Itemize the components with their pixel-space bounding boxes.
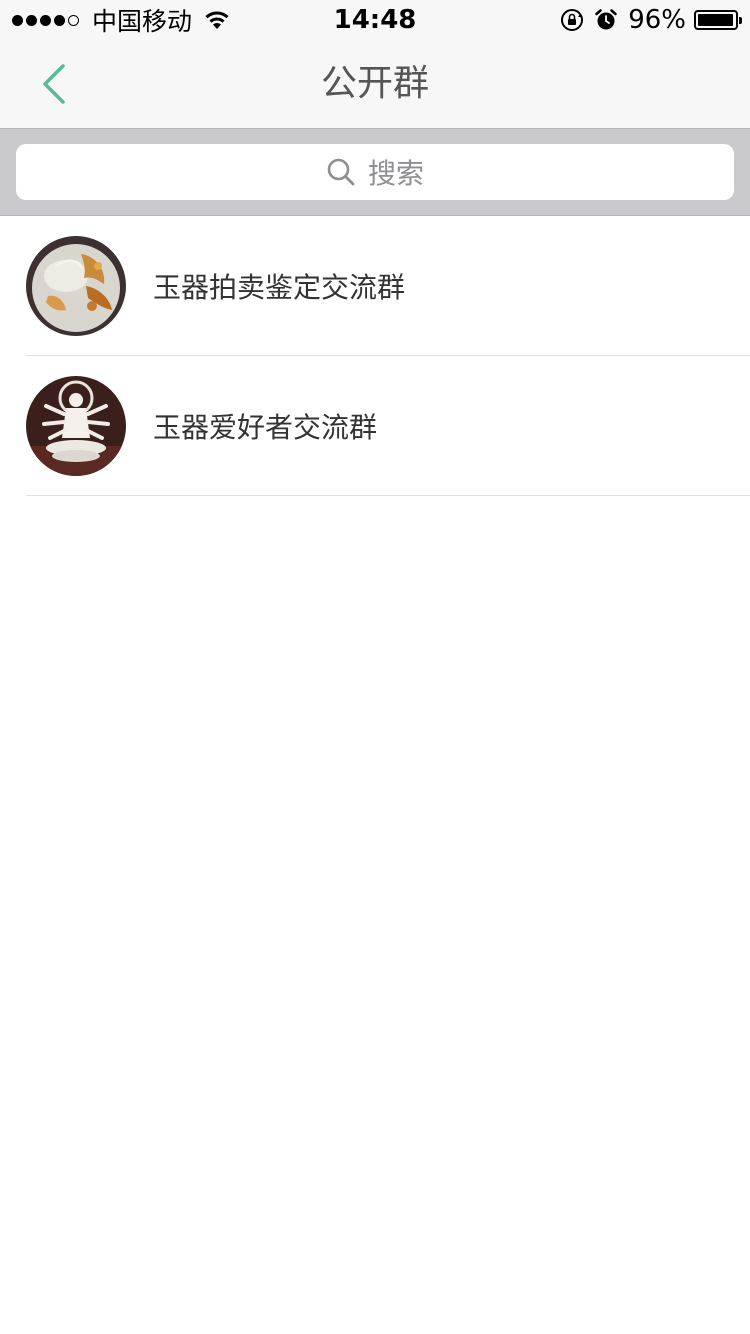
battery-icon	[694, 10, 742, 30]
status-right: 96%	[560, 0, 742, 40]
carrier-name: 中国移动	[92, 7, 193, 36]
search-input[interactable]: 搜索	[16, 144, 734, 200]
battery-percent: 96%	[628, 5, 686, 35]
search-icon	[327, 158, 355, 186]
signal-strength-icon	[12, 14, 82, 26]
navigation-bar: 公开群	[0, 40, 750, 128]
alarm-icon	[595, 9, 617, 30]
jade-guanyin-avatar	[26, 376, 126, 476]
group-item-jade-lovers[interactable]: 玉器爱好者交流群	[0, 356, 750, 496]
back-button[interactable]	[24, 54, 84, 114]
search-bar: 搜索	[0, 128, 750, 216]
rotation-lock-icon	[561, 9, 584, 31]
group-name: 玉器爱好者交流群	[153, 411, 378, 444]
group-name: 玉器拍卖鉴定交流群	[153, 271, 406, 304]
page-title: 公开群	[320, 63, 429, 104]
wifi-icon	[205, 11, 229, 29]
group-list: 玉器拍卖鉴定交流群 玉器爱好者交流群	[0, 216, 750, 496]
chevron-left-icon	[43, 64, 65, 104]
status-left: 中国移动	[12, 0, 230, 40]
search-placeholder: 搜索	[367, 157, 424, 190]
jade-carving-avatar	[26, 236, 126, 336]
status-bar: 中国移动 14:48 96%	[0, 0, 750, 40]
group-item-jade-auction[interactable]: 玉器拍卖鉴定交流群	[0, 216, 750, 356]
